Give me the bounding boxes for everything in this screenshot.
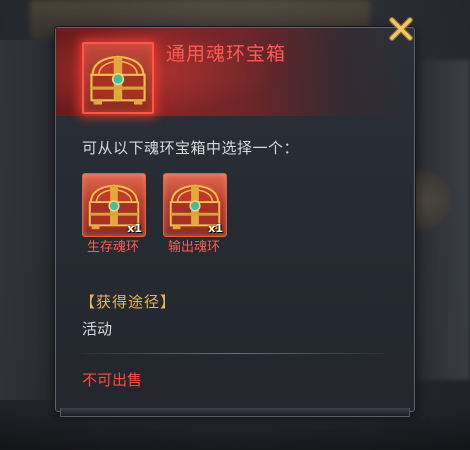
sell-status: 不可出售 bbox=[82, 371, 143, 389]
item-count: x1 bbox=[208, 222, 223, 235]
choice-label-output: 输出魂环 bbox=[167, 240, 220, 255]
source-value: 活动 bbox=[82, 320, 113, 338]
choice-survival-ring-chest[interactable]: x1 bbox=[82, 173, 146, 237]
close-button[interactable] bbox=[386, 14, 416, 44]
source-section-title: 【获得途径】 bbox=[80, 293, 177, 311]
section-divider bbox=[82, 353, 384, 354]
item-title: 通用魂环宝箱 bbox=[166, 43, 287, 65]
item-icon-frame bbox=[82, 42, 154, 114]
item-tooltip-panel: 通用魂环宝箱 可从以下魂环宝箱中选择一个： x1 生存魂环 x1 输出魂环 【获… bbox=[55, 17, 415, 417]
background-left-panel bbox=[0, 40, 58, 400]
treasure-chest-icon bbox=[90, 55, 146, 105]
choice-output-ring-chest[interactable]: x1 bbox=[163, 173, 227, 237]
choice-description: 可从以下魂环宝箱中选择一个： bbox=[82, 139, 300, 157]
close-icon bbox=[389, 17, 413, 41]
item-count: x1 bbox=[127, 222, 142, 235]
choice-label-survival: 生存魂环 bbox=[86, 240, 139, 255]
